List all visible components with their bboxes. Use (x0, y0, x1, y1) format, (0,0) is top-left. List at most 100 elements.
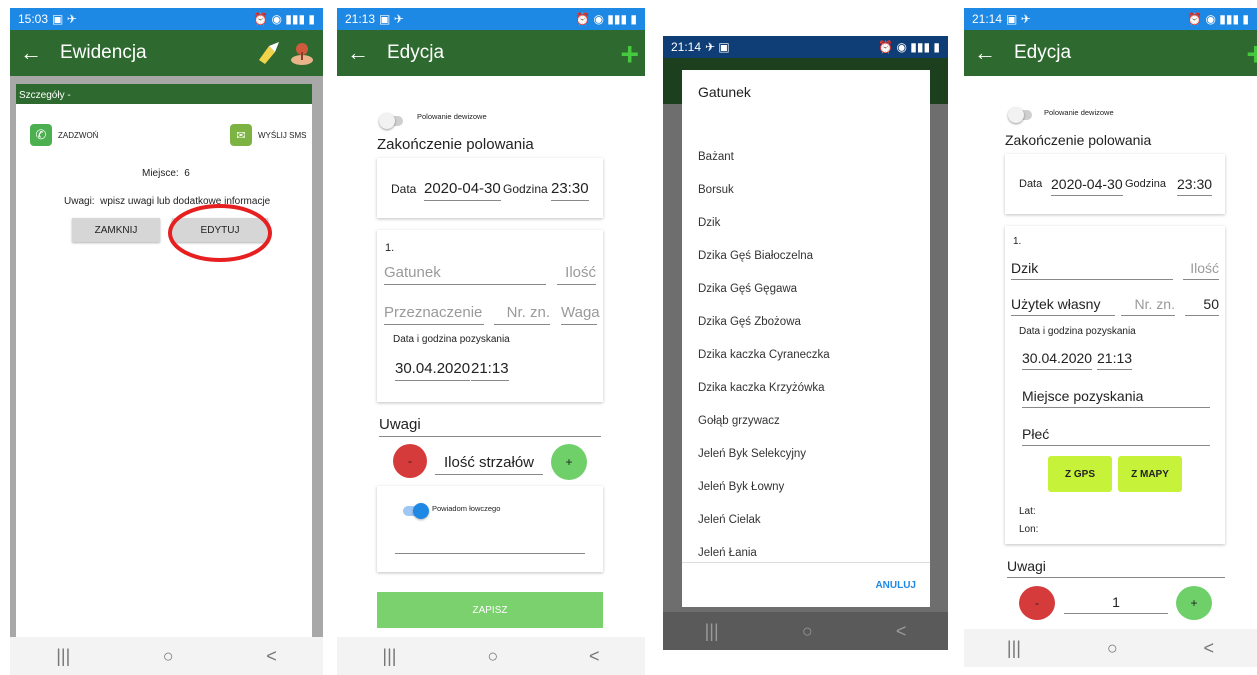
notify-message-field[interactable] (395, 536, 585, 554)
system-nav-bar: ||| ○ < (964, 629, 1257, 667)
back-arrow-icon[interactable]: ← (20, 40, 50, 66)
home-button[interactable]: ○ (487, 646, 498, 667)
species-option[interactable]: Borsuk (698, 184, 734, 196)
hour-label: Godzina (1125, 178, 1166, 190)
recent-apps-button[interactable]: ||| (1007, 638, 1021, 659)
back-arrow-icon[interactable]: ← (347, 40, 377, 66)
species-option[interactable]: Jeleń Łania (698, 547, 757, 559)
species-option[interactable]: Dzika kaczka Cyraneczka (698, 349, 830, 361)
decrease-shots-button[interactable]: - (1019, 586, 1055, 620)
species-option[interactable]: Dzika Gęś Białoczelna (698, 250, 813, 262)
cancel-button[interactable]: ANULUJ (875, 580, 916, 591)
sex-field[interactable]: Płeć (1022, 426, 1210, 446)
close-button[interactable]: ZAMKNIJ (72, 218, 160, 242)
status-bar: 21:14 ✈ ▣ ⏰ ◉ ▮▮▮ ▮ (663, 36, 948, 58)
species-option[interactable]: Dzika kaczka Krzyżówka (698, 382, 825, 394)
phone-screen-edycja-empty: 21:13 ▣ ✈ ⏰ ◉ ▮▮▮ ▮ ← Edycja + Polowanie… (337, 8, 645, 675)
nav-back-button[interactable]: < (896, 621, 907, 642)
home-button[interactable]: ○ (163, 646, 174, 667)
species-dialog: Gatunek Bażant Borsuk Dzik Dzika Gęś Bia… (682, 70, 930, 607)
signal-icon: ⏰ ◉ ▮▮▮ ▮ (575, 12, 637, 26)
species-option[interactable]: Jeleń Byk Łowny (698, 481, 784, 493)
species-option[interactable]: Dzika Gęś Zbożowa (698, 316, 801, 328)
home-button[interactable]: ○ (802, 621, 813, 642)
sms-button[interactable]: ✉ WYŚLIJ SMS (230, 124, 306, 146)
increase-shots-button[interactable]: + (1176, 586, 1212, 620)
notify-toggle[interactable] (403, 503, 429, 519)
species-field[interactable]: Gatunek (384, 264, 546, 285)
quantity-field[interactable]: Ilość (1183, 260, 1219, 280)
species-option[interactable]: Dzik (698, 217, 720, 229)
panel-header-text: Szczegóły - (19, 90, 71, 101)
phone-screen-species-dialog: 21:14 ✈ ▣ ⏰ ◉ ▮▮▮ ▮ Gatunek Bażant Borsu… (663, 36, 948, 650)
nav-back-button[interactable]: < (1204, 638, 1215, 659)
notes-field[interactable]: Uwagi (379, 416, 601, 437)
system-nav-bar: ||| ○ < (663, 612, 948, 650)
species-option[interactable]: Jeleń Cielak (698, 514, 761, 526)
notification-icon: ▣ ✈ (379, 12, 404, 26)
gps-button[interactable]: Z GPS (1048, 456, 1112, 492)
acquisition-time-field[interactable]: 21:13 (471, 360, 509, 381)
purpose-field[interactable]: Użytek własny (1011, 296, 1115, 316)
page-title: Edycja (387, 42, 445, 63)
signal-icon: ⏰ ◉ ▮▮▮ ▮ (253, 12, 315, 26)
phone-screen-edycja-filled: 21:14 ▣ ✈ ⏰ ◉ ▮▮▮ ▮ ← Edycja + Polowanie… (964, 8, 1257, 667)
notes-field[interactable]: Uwagi (1007, 558, 1225, 578)
game-entry-card: 1. Gatunek Ilość Przeznaczenie Nr. zn. W… (377, 230, 603, 402)
add-icon[interactable]: + (620, 36, 639, 73)
red-annotation-circle (168, 204, 272, 262)
notify-label: Powiadom łowczego (432, 504, 501, 513)
place-value: 6 (184, 168, 190, 179)
quantity-field[interactable]: Ilość (557, 264, 596, 285)
home-button[interactable]: ○ (1107, 638, 1118, 659)
hour-field[interactable]: 23:30 (551, 180, 589, 201)
status-time: 15:03 (18, 12, 49, 26)
nav-back-button[interactable]: < (589, 646, 600, 667)
acquisition-place-field[interactable]: Miejsce pozyskania (1022, 388, 1210, 408)
purpose-field[interactable]: Przeznaczenie (384, 304, 484, 325)
acquisition-date-field[interactable]: 30.04.2020 (395, 360, 471, 381)
save-label: ZAPISZ (472, 604, 508, 616)
system-nav-bar: ||| ○ < (337, 637, 645, 675)
place-row: Miejsce: 6 (142, 168, 190, 179)
species-option[interactable]: Jeleń Byk Selekcyjny (698, 448, 806, 460)
increase-shots-button[interactable]: + (551, 444, 587, 480)
panel-header: Szczegóły - (16, 84, 312, 104)
nav-back-button[interactable]: < (266, 646, 277, 667)
date-field[interactable]: 2020-04-30 (1051, 176, 1123, 196)
sms-icon: ✉ (230, 124, 252, 146)
add-icon[interactable]: + (1246, 36, 1257, 73)
call-button[interactable]: ✆ ZADZWOŃ (30, 124, 98, 146)
trophy-hunt-toggle[interactable] (379, 113, 403, 129)
section-title: Zakończenie polowania (1005, 132, 1152, 148)
brush-icon[interactable] (255, 40, 281, 71)
map-pin-icon[interactable] (289, 40, 315, 71)
map-button[interactable]: Z MAPY (1118, 456, 1182, 492)
species-field[interactable]: Dzik (1011, 260, 1173, 280)
species-option[interactable]: Bażant (698, 151, 734, 163)
back-arrow-icon[interactable]: ← (974, 40, 1004, 66)
recent-apps-button[interactable]: ||| (705, 621, 719, 642)
tag-number-field[interactable]: Nr. zn. (494, 304, 550, 325)
hour-field[interactable]: 23:30 (1177, 176, 1213, 196)
save-button[interactable]: ZAPISZ (377, 592, 603, 628)
notify-card: Powiadom łowczego (377, 486, 603, 572)
entry-number: 1. (1013, 236, 1022, 247)
trophy-hunt-toggle[interactable] (1008, 107, 1032, 123)
section-title: Zakończenie polowania (377, 136, 534, 153)
acquisition-date-field[interactable]: 30.04.2020 (1022, 350, 1093, 370)
app-bar: ← Edycja + (964, 30, 1257, 76)
species-option[interactable]: Dzika Gęś Gęgawa (698, 283, 797, 295)
weight-field[interactable]: Waga (561, 304, 600, 325)
notification-icon: ▣ ✈ (52, 12, 77, 26)
recent-apps-button[interactable]: ||| (56, 646, 70, 667)
decrease-shots-button[interactable]: - (393, 444, 427, 478)
weight-field[interactable]: 50 (1185, 296, 1219, 316)
recent-apps-button[interactable]: ||| (382, 646, 396, 667)
date-field[interactable]: 2020-04-30 (424, 180, 501, 201)
tag-number-field[interactable]: Nr. zn. (1121, 296, 1175, 316)
shots-field[interactable]: 1 (1064, 594, 1168, 614)
shots-field[interactable]: Ilość strzałów (435, 454, 543, 475)
species-option[interactable]: Gołąb grzywacz (698, 415, 780, 427)
acquisition-time-field[interactable]: 21:13 (1097, 350, 1133, 370)
